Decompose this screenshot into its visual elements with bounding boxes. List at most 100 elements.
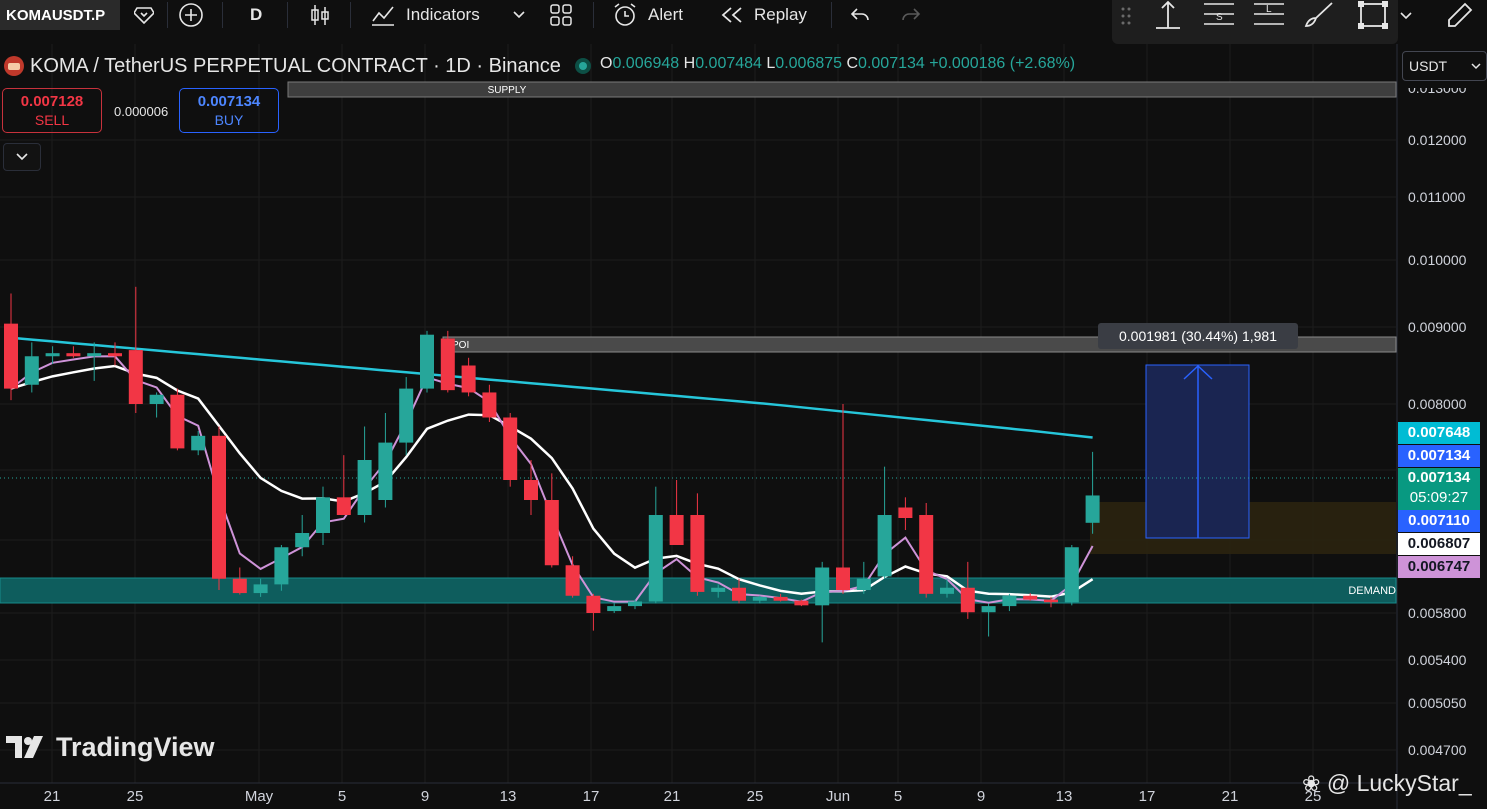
- candle-body[interactable]: [66, 353, 81, 357]
- collapse-legend-button[interactable]: [3, 143, 41, 171]
- candle-body[interactable]: [399, 388, 414, 443]
- buy-button[interactable]: 0.007134 BUY: [179, 88, 279, 133]
- candle-body[interactable]: [191, 435, 206, 451]
- replay-button[interactable]: Replay: [720, 0, 807, 30]
- candle-body[interactable]: [565, 565, 580, 596]
- time-tick: 25: [126, 788, 144, 805]
- chevron-down-icon[interactable]: [512, 0, 526, 30]
- candle-body[interactable]: [4, 323, 18, 389]
- candle-body[interactable]: [253, 584, 268, 594]
- candle-body[interactable]: [128, 350, 143, 404]
- alert-button[interactable]: Alert: [612, 0, 683, 30]
- candle-body[interactable]: [1002, 595, 1017, 607]
- compare-add-icon[interactable]: [178, 0, 204, 30]
- watermark-text: @ LuckyStar_: [1326, 770, 1472, 796]
- redo-icon[interactable]: [900, 0, 922, 30]
- candle-body[interactable]: [773, 596, 788, 601]
- candle-body[interactable]: [170, 394, 185, 449]
- candle-body[interactable]: [45, 353, 60, 357]
- candle-body[interactable]: [544, 500, 559, 566]
- candle-body[interactable]: [940, 587, 954, 594]
- candle-body[interactable]: [461, 365, 476, 393]
- interval-button[interactable]: D: [250, 0, 262, 30]
- candle-body[interactable]: [336, 497, 351, 515]
- candle-body[interactable]: [420, 334, 434, 389]
- sell-button[interactable]: 0.007128 SELL: [2, 88, 102, 133]
- candle-body[interactable]: [919, 515, 934, 594]
- price-label: 0.007648: [1398, 422, 1480, 444]
- legend-title[interactable]: KOMA / TetherUS PERPETUAL CONTRACT · 1D …: [30, 55, 561, 78]
- currency-select[interactable]: USDT: [1402, 51, 1487, 81]
- price-tick: 0.005400: [1408, 652, 1467, 668]
- brush-tool-icon[interactable]: [1302, 0, 1336, 30]
- candle-body[interactable]: [149, 394, 164, 404]
- candle-body[interactable]: [648, 515, 663, 602]
- layouts-grid-icon[interactable]: [549, 0, 573, 30]
- rewind-icon: [721, 7, 742, 23]
- candle-body[interactable]: [503, 417, 518, 481]
- candle-body[interactable]: [732, 587, 746, 601]
- candle-body[interactable]: [752, 596, 767, 601]
- price-tick: 0.005050: [1408, 695, 1467, 711]
- sell-label: SELL: [34, 112, 70, 128]
- candle-body[interactable]: [87, 353, 102, 357]
- price-tick: 0.008000: [1408, 396, 1467, 412]
- candle-body[interactable]: [628, 601, 642, 607]
- price-label: 0.007134 05:09:27: [1398, 468, 1480, 510]
- long-position-tool-icon[interactable]: L: [1252, 0, 1286, 30]
- candle-body[interactable]: [877, 515, 892, 577]
- change-value: +0.000186 (+2.68%): [929, 55, 1076, 72]
- time-tick: 9: [420, 788, 430, 805]
- candle-body[interactable]: [1023, 595, 1038, 600]
- candle-body[interactable]: [108, 353, 122, 357]
- candle-body[interactable]: [815, 567, 830, 606]
- candle-body[interactable]: [1085, 495, 1100, 523]
- drawing-tools-chevron-icon[interactable]: [1399, 8, 1413, 26]
- candle-body[interactable]: [524, 480, 538, 500]
- candle-body[interactable]: [711, 587, 726, 592]
- candle-body[interactable]: [669, 515, 684, 545]
- undo-icon[interactable]: [849, 0, 871, 30]
- candle-body[interactable]: [836, 567, 850, 591]
- candle-body[interactable]: [482, 392, 497, 418]
- candle-body[interactable]: [232, 578, 247, 594]
- candle-body[interactable]: [960, 587, 975, 613]
- indicators-icon: [372, 6, 394, 26]
- chart-legend: KOMA / TetherUS PERPETUAL CONTRACT · 1D …: [0, 52, 591, 80]
- candle-body[interactable]: [856, 578, 871, 590]
- candle-body[interactable]: [1044, 599, 1058, 603]
- supply-zone[interactable]: [287, 81, 1397, 98]
- favorites-icon[interactable]: [129, 0, 159, 30]
- candle-body[interactable]: [898, 507, 913, 519]
- time-tick: 25: [746, 788, 764, 805]
- indicators-button[interactable]: Indicators: [370, 0, 480, 30]
- alert-label: Alert: [648, 5, 683, 24]
- tradingview-logo[interactable]: TradingView: [6, 732, 215, 763]
- high-key: H: [683, 55, 696, 72]
- drawing-tools-panel: S L: [1112, 0, 1398, 44]
- short-position-tool-icon[interactable]: S: [1202, 0, 1236, 30]
- chart-type-candles-icon[interactable]: [309, 0, 331, 30]
- candle-body[interactable]: [316, 497, 330, 533]
- indicators-label: Indicators: [406, 5, 480, 24]
- candle-body[interactable]: [440, 338, 455, 391]
- candle-body[interactable]: [295, 533, 310, 548]
- candle-body[interactable]: [274, 547, 289, 585]
- candle-body[interactable]: [690, 515, 705, 592]
- candle-body[interactable]: [24, 356, 39, 385]
- symbol-search[interactable]: KOMAUSDT.P: [0, 0, 120, 30]
- candle-body[interactable]: [357, 460, 372, 515]
- sell-price: 0.007128: [20, 93, 84, 110]
- candle-body[interactable]: [212, 435, 226, 579]
- candle-body[interactable]: [1064, 547, 1079, 603]
- candle-body[interactable]: [607, 606, 622, 612]
- pencil-icon[interactable]: [1445, 2, 1473, 33]
- rectangle-tool-icon[interactable]: [1356, 0, 1390, 30]
- candle-body[interactable]: [586, 595, 601, 613]
- open-key: O: [600, 55, 613, 72]
- price-range-tool-icon[interactable]: [1152, 0, 1184, 30]
- candle-body[interactable]: [981, 606, 996, 613]
- drag-handle-icon[interactable]: [1120, 6, 1132, 26]
- candle-body[interactable]: [794, 600, 809, 606]
- candle-body[interactable]: [378, 442, 393, 500]
